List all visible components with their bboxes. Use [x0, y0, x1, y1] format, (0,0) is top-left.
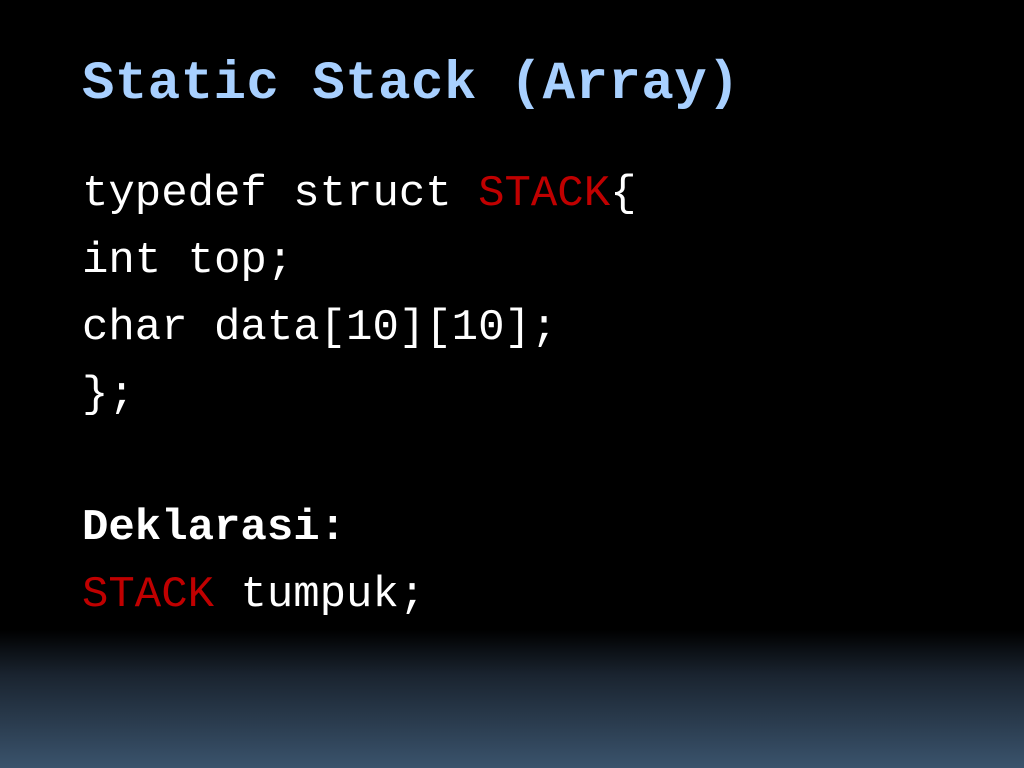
slide: Static Stack (Array) typedef struct STAC… — [0, 0, 1024, 768]
code-typedef: typedef struct — [82, 169, 478, 219]
code-variable-name: tumpuk; — [240, 570, 425, 620]
code-brace-open: { — [610, 169, 636, 219]
slide-title: Static Stack (Array) — [82, 54, 946, 115]
code-int-top: int top; — [82, 236, 293, 286]
code-brace-close: }; — [82, 370, 135, 420]
code-block: typedef struct STACK{ int top; char data… — [82, 161, 946, 629]
code-stack-keyword: STACK — [478, 169, 610, 219]
slide-content: Static Stack (Array) typedef struct STAC… — [0, 0, 1024, 629]
code-char-data: char data[10][10]; — [82, 303, 557, 353]
code-stack-type: STACK — [82, 570, 240, 620]
code-blank-line — [82, 437, 108, 487]
code-declaration-label: Deklarasi: — [82, 503, 346, 553]
